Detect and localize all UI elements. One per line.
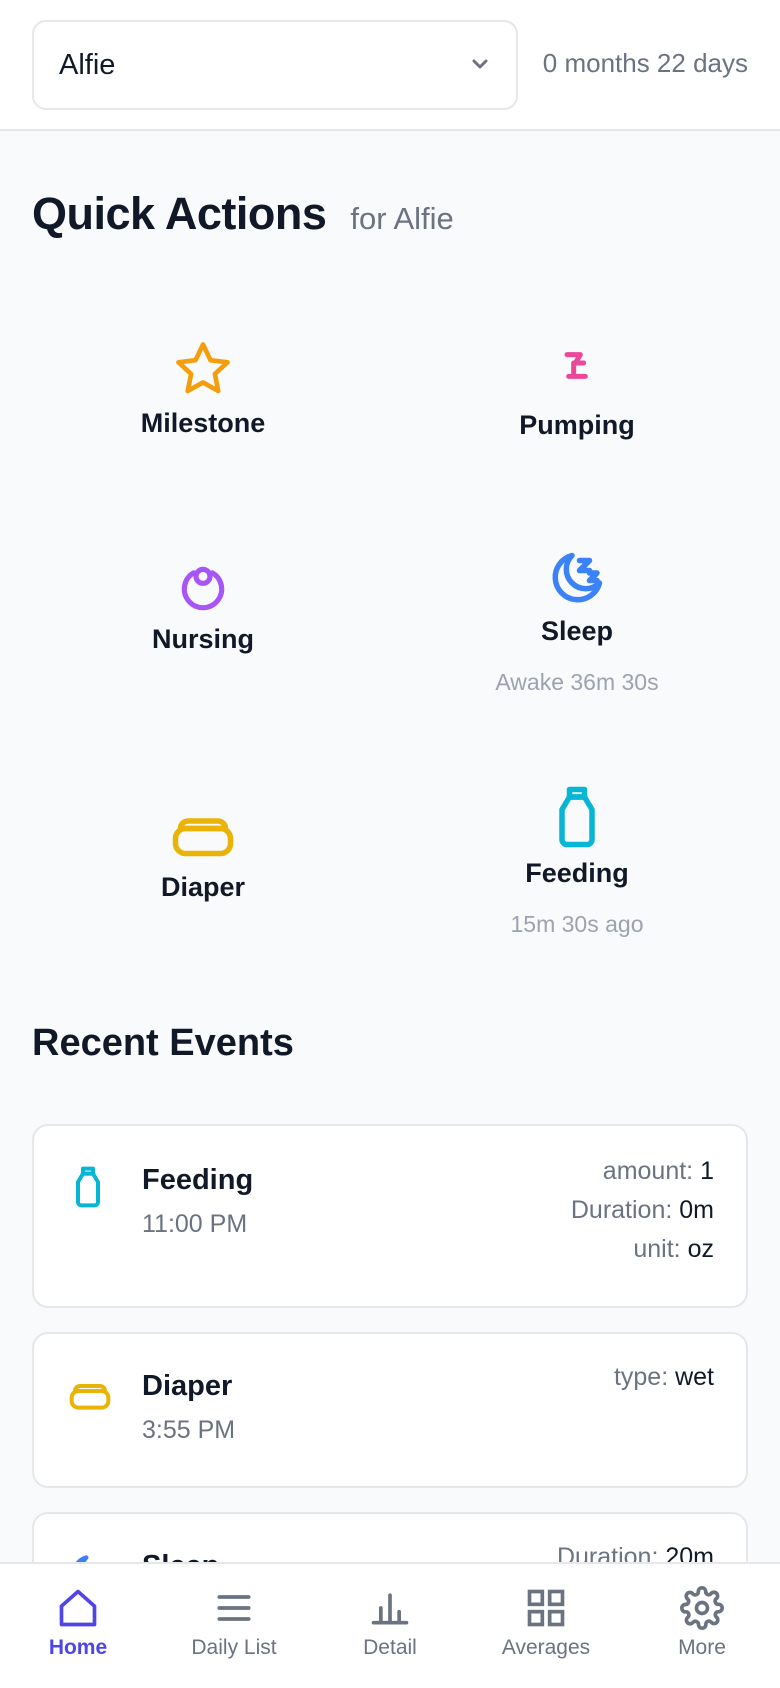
top-header: Alfie 0 months 22 days	[0, 0, 780, 131]
quick-actions-title: Quick Actions	[32, 188, 327, 239]
event-time: 11:00 PM	[142, 1210, 248, 1238]
bottle-icon	[76, 1166, 100, 1208]
quick-action-milestone[interactable]: Milestone	[16, 338, 390, 439]
pump-icon	[564, 352, 588, 379]
feeding-status: 15m 30s ago	[510, 911, 644, 937]
event-title: Feeding	[142, 1164, 254, 1196]
child-selector[interactable]: Alfie	[32, 20, 518, 110]
nav-label: Home	[48, 1636, 108, 1659]
quick-action-feeding[interactable]: Feeding 15m 30s ago	[390, 784, 764, 938]
child-name: Alfie	[59, 48, 116, 81]
quick-action-label: Pumping	[519, 410, 635, 440]
nav-daily-list[interactable]: Daily List	[156, 1564, 312, 1688]
nav-label: Averages	[501, 1636, 591, 1659]
event-detail: amount: 1	[602, 1157, 714, 1185]
nav-label: More	[678, 1636, 726, 1659]
moon-zzz-icon	[552, 552, 603, 603]
quick-action-nursing[interactable]: Nursing	[16, 560, 390, 655]
event-title: Diaper	[142, 1370, 233, 1402]
quick-action-diaper[interactable]: Diaper	[16, 806, 390, 903]
event-time: 3:55 PM	[142, 1416, 236, 1444]
quick-action-label: Milestone	[140, 408, 266, 438]
event-details: amount: 1 Duration: 0m unit: oz	[571, 1152, 714, 1269]
sleep-status: Awake 36m 30s	[495, 669, 659, 695]
quick-action-label: Diaper	[160, 872, 246, 902]
nav-label: Detail	[363, 1636, 417, 1659]
quick-actions-for-label: for Alfie	[350, 201, 454, 236]
diaper-icon	[69, 1384, 111, 1410]
event-card-feeding[interactable]: Feeding 11:00 PM amount: 1 Duration: 0m …	[32, 1124, 748, 1308]
bottle-icon	[559, 786, 595, 848]
nursing-icon	[181, 566, 225, 611]
home-icon	[59, 1589, 97, 1627]
recent-events-title: Recent Events	[32, 1022, 294, 1064]
event-card-diaper[interactable]: Diaper 3:55 PM type: wet	[32, 1332, 748, 1488]
event-detail: Duration: 0m	[570, 1196, 714, 1224]
nav-more[interactable]: More	[624, 1564, 780, 1688]
bar-chart-icon	[371, 1593, 409, 1625]
quick-action-label: Nursing	[151, 624, 254, 654]
event-detail: unit: oz	[633, 1235, 714, 1263]
nav-home[interactable]: Home	[0, 1564, 156, 1688]
child-age: 0 months 22 days	[542, 48, 748, 78]
nav-detail[interactable]: Detail	[312, 1564, 468, 1688]
nav-label: Daily List	[191, 1636, 277, 1659]
quick-action-label: Sleep	[540, 616, 614, 646]
event-details: type: wet	[614, 1358, 714, 1397]
nav-averages[interactable]: Averages	[468, 1564, 624, 1688]
diaper-icon	[172, 818, 234, 857]
quick-action-label: Feeding	[525, 858, 629, 888]
grid-icon	[527, 1589, 565, 1627]
event-detail: type: wet	[613, 1363, 714, 1391]
chevron-down-icon	[472, 59, 488, 69]
quick-action-pumping[interactable]: Pumping	[390, 348, 764, 441]
bottom-nav: Home Daily List Detail Averages More	[0, 1562, 780, 1688]
star-icon	[176, 342, 230, 394]
list-icon	[217, 1595, 251, 1621]
quick-actions-heading: Quick Actions for Alfie	[32, 188, 454, 240]
quick-action-sleep[interactable]: Sleep Awake 36m 30s	[390, 548, 764, 696]
gear-icon	[680, 1586, 724, 1630]
